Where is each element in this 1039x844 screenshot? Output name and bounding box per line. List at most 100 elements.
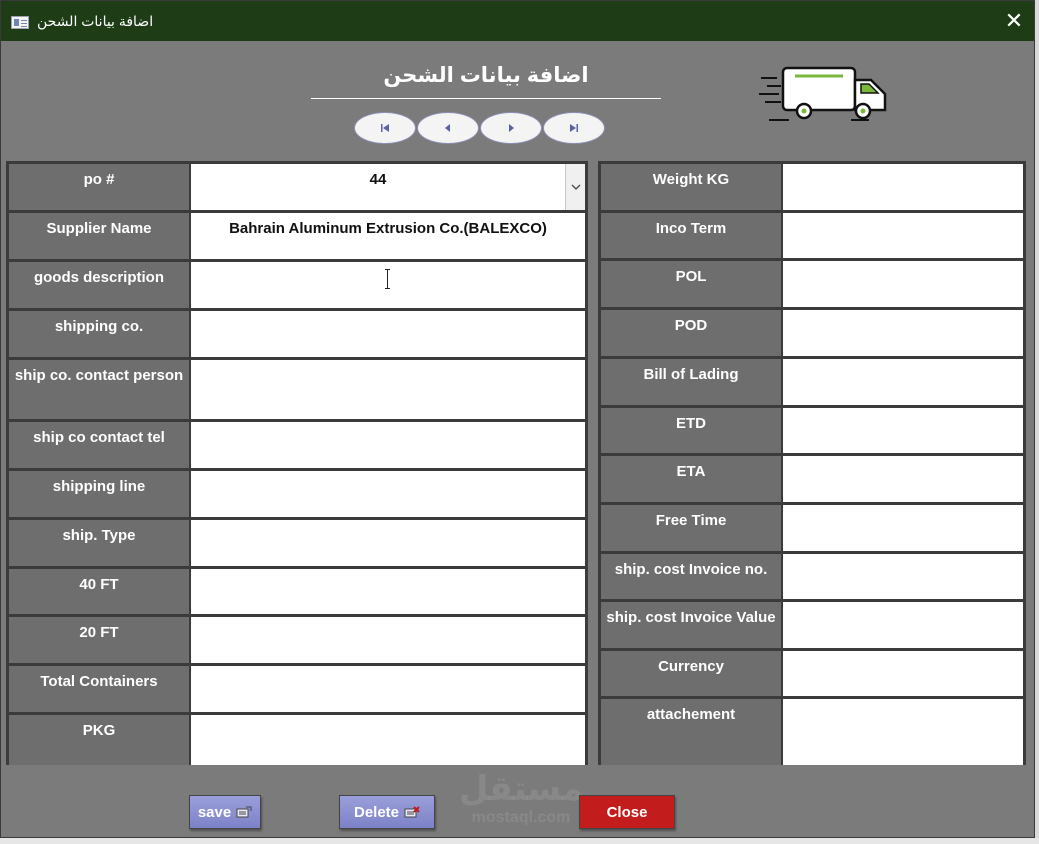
form-row-inco-term: Inco Term <box>598 210 1026 258</box>
pkg-field[interactable] <box>191 715 585 765</box>
inco-term-field[interactable] <box>783 213 1023 258</box>
form-row-shipping-co: shipping co. <box>6 308 588 357</box>
form-row-attachement: attachement <box>598 696 1026 765</box>
text-cursor <box>385 269 390 289</box>
ship-co-contact-person-field[interactable] <box>191 360 585 419</box>
next-record-button[interactable] <box>480 112 542 144</box>
form-row-po: po # 44 <box>6 161 588 210</box>
form-row-etd: ETD <box>598 405 1026 453</box>
close-button-label: Close <box>606 803 648 821</box>
window-close-button[interactable]: ✕ <box>1000 7 1028 35</box>
title-bar: اضافة بيانات الشحن ✕ <box>1 1 1034 41</box>
20-ft-field[interactable] <box>191 617 585 663</box>
delete-button[interactable]: Delete <box>339 795 435 829</box>
field-label: PKG <box>9 715 189 765</box>
ship-type-field[interactable] <box>191 520 585 566</box>
dropdown-arrow-button[interactable] <box>565 164 585 210</box>
free-time-field[interactable] <box>783 505 1023 551</box>
window-title: اضافة بيانات الشحن <box>37 13 154 29</box>
field-label: ETD <box>601 408 781 453</box>
field-label: 40 FT <box>9 569 189 614</box>
field-label: ship. cost Invoice no. <box>601 554 781 599</box>
form-row-pol: POL <box>598 258 1026 307</box>
form-row-free-time: Free Time <box>598 502 1026 551</box>
form-row-goods-description: goods description <box>6 259 588 308</box>
close-button[interactable]: Close <box>579 795 675 829</box>
first-record-icon <box>381 124 389 132</box>
supplier-name-field[interactable]: Bahrain Aluminum Extrusion Co.(BALEXCO) <box>191 213 585 259</box>
weight-kg-field[interactable] <box>783 164 1023 210</box>
field-value: 44 <box>369 171 387 188</box>
form-row-40-ft: 40 FT <box>6 566 588 614</box>
first-record-button[interactable] <box>354 112 416 144</box>
field-value: Bahrain Aluminum Extrusion Co.(BALEXCO) <box>229 220 547 237</box>
form-row-ship-co-contact-person: ship co. contact person <box>6 357 588 419</box>
form-row-total-containers: Total Containers <box>6 663 588 712</box>
attachement-field[interactable] <box>783 699 1023 765</box>
page-title: اضافة بيانات الشحن <box>383 64 589 87</box>
field-label: Bill of Lading <box>601 359 781 405</box>
goods-description-field[interactable] <box>191 262 585 308</box>
field-label: POL <box>601 261 781 307</box>
pod-field[interactable] <box>783 310 1023 356</box>
field-label: ship. Type <box>9 520 189 566</box>
watermark-latin: mostaql.com <box>471 809 571 826</box>
form-row-ship-cost-invoice-no: ship. cost Invoice no. <box>598 551 1026 599</box>
save-button[interactable]: save <box>189 795 261 829</box>
left-fields-panel: po # 44 Supplier Name Bahrain Aluminum Extr… <box>6 161 588 765</box>
field-label: Currency <box>601 651 781 696</box>
form-row-bill-of-lading: Bill of Lading <box>598 356 1026 405</box>
form-row-shipping-line: shipping line <box>6 468 588 517</box>
previous-record-button[interactable] <box>417 112 479 144</box>
ship-cost-invoice-no-field[interactable] <box>783 554 1023 599</box>
form-row-eta: ETA <box>598 453 1026 502</box>
pol-field[interactable] <box>783 261 1023 307</box>
field-label: 20 FT <box>9 617 189 663</box>
form-row-ship-co-contact-tel: ship co contact tel <box>6 419 588 468</box>
chevron-down-icon <box>571 184 580 190</box>
save-icon <box>236 806 252 818</box>
form-row-20-ft: 20 FT <box>6 614 588 663</box>
form-row-weight-kg: Weight KG <box>598 161 1026 210</box>
po-number-combobox[interactable]: 44 <box>191 164 585 210</box>
40-ft-field[interactable] <box>191 569 585 614</box>
last-record-icon <box>570 124 578 132</box>
shipping-co-field[interactable] <box>191 311 585 357</box>
field-label: shipping co. <box>9 311 189 357</box>
save-button-label: save <box>197 803 232 821</box>
total-containers-field[interactable] <box>191 666 585 712</box>
shipping-line-field[interactable] <box>191 471 585 517</box>
field-label: attachement <box>601 699 781 765</box>
background-strip <box>0 838 1039 844</box>
field-label: goods description <box>9 262 189 308</box>
title-underline <box>311 98 661 99</box>
form-row-ship-type: ship. Type <box>6 517 588 566</box>
delete-icon <box>404 806 420 818</box>
field-label: ship co. contact person <box>9 360 189 419</box>
field-label: po # <box>9 164 189 210</box>
form-row-pkg: PKG <box>6 712 588 765</box>
ship-co-contact-tel-field[interactable] <box>191 422 585 468</box>
field-label: Supplier Name <box>9 213 189 259</box>
ship-cost-invoice-value-field[interactable] <box>783 602 1023 648</box>
field-label: Inco Term <box>601 213 781 258</box>
currency-field[interactable] <box>783 651 1023 696</box>
eta-field[interactable] <box>783 456 1023 502</box>
form-row-pod: POD <box>598 307 1026 356</box>
right-fields-panel: Weight KG Inco Term POL POD Bill of Lading ET… <box>598 161 1026 765</box>
bill-of-lading-field[interactable] <box>783 359 1023 405</box>
field-label: ship. cost Invoice Value <box>601 602 781 648</box>
form-window: اضافة بيانات الشحن ✕ اضافة بيانات الشحن <box>0 0 1035 838</box>
field-label: ETA <box>601 456 781 502</box>
previous-record-icon <box>445 124 450 132</box>
form-row-currency: Currency <box>598 648 1026 696</box>
field-label: Weight KG <box>601 164 781 210</box>
last-record-button[interactable] <box>543 112 605 144</box>
field-label: Total Containers <box>9 666 189 712</box>
delivery-truck-icon <box>759 66 887 121</box>
etd-field[interactable] <box>783 408 1023 453</box>
field-label: ship co contact tel <box>9 422 189 468</box>
field-label: POD <box>601 310 781 356</box>
form-row-ship-cost-invoice-value: ship. cost Invoice Value <box>598 599 1026 648</box>
field-label: Free Time <box>601 505 781 551</box>
